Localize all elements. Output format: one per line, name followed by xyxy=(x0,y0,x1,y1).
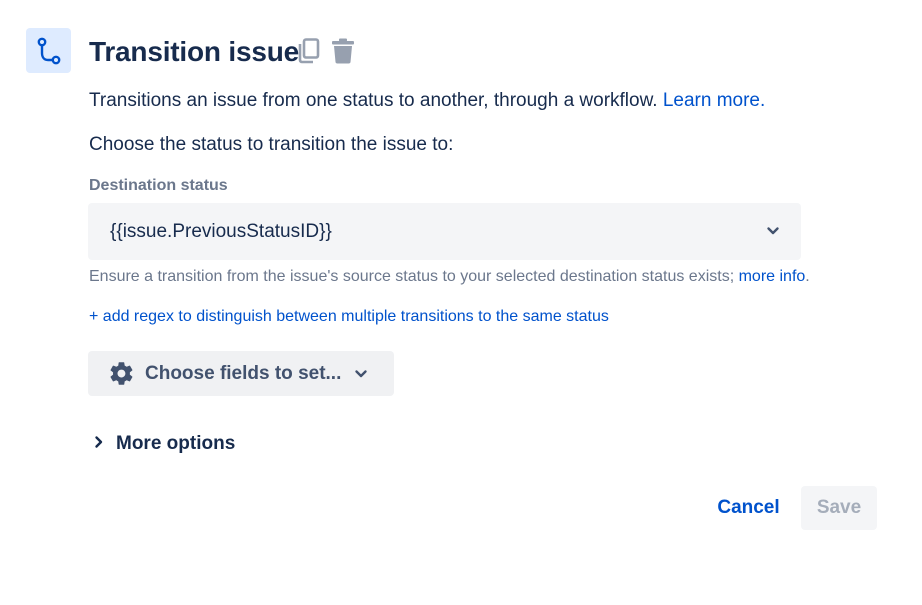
add-regex-link[interactable]: + add regex to distinguish between multi… xyxy=(89,307,609,327)
destination-status-value: {{issue.PreviousStatusID}} xyxy=(110,221,332,242)
help-suffix: . xyxy=(805,268,810,285)
page-title: Transition issue xyxy=(89,36,299,67)
trash-icon[interactable] xyxy=(331,38,355,64)
cancel-button[interactable]: Cancel xyxy=(706,486,791,530)
help-text: Ensure a transition from the issue's sou… xyxy=(89,268,739,285)
status-prompt: Choose the status to transition the issu… xyxy=(89,134,454,155)
gear-icon xyxy=(108,360,135,387)
description-text: Transitions an issue from one status to … xyxy=(89,90,663,111)
chevron-down-icon xyxy=(354,367,368,381)
choose-fields-button[interactable]: Choose fields to set... xyxy=(88,351,394,396)
chevron-right-icon xyxy=(92,435,106,449)
transition-issue-panel: Transition issue Transitions an issue fr… xyxy=(0,0,922,605)
learn-more-link[interactable]: Learn more. xyxy=(663,90,765,111)
destination-status-label: Destination status xyxy=(89,177,228,194)
choose-fields-label: Choose fields to set... xyxy=(145,363,342,384)
more-options-label: More options xyxy=(116,433,236,454)
destination-help-text: Ensure a transition from the issue's sou… xyxy=(89,267,810,287)
transition-icon xyxy=(26,28,71,73)
copy-icon[interactable] xyxy=(297,38,321,64)
more-info-link[interactable]: more info xyxy=(739,268,806,285)
chevron-down-icon xyxy=(765,223,781,239)
save-button[interactable]: Save xyxy=(801,486,877,530)
destination-status-select[interactable]: {{issue.PreviousStatusID}} xyxy=(88,203,801,260)
description: Transitions an issue from one status to … xyxy=(89,89,765,113)
